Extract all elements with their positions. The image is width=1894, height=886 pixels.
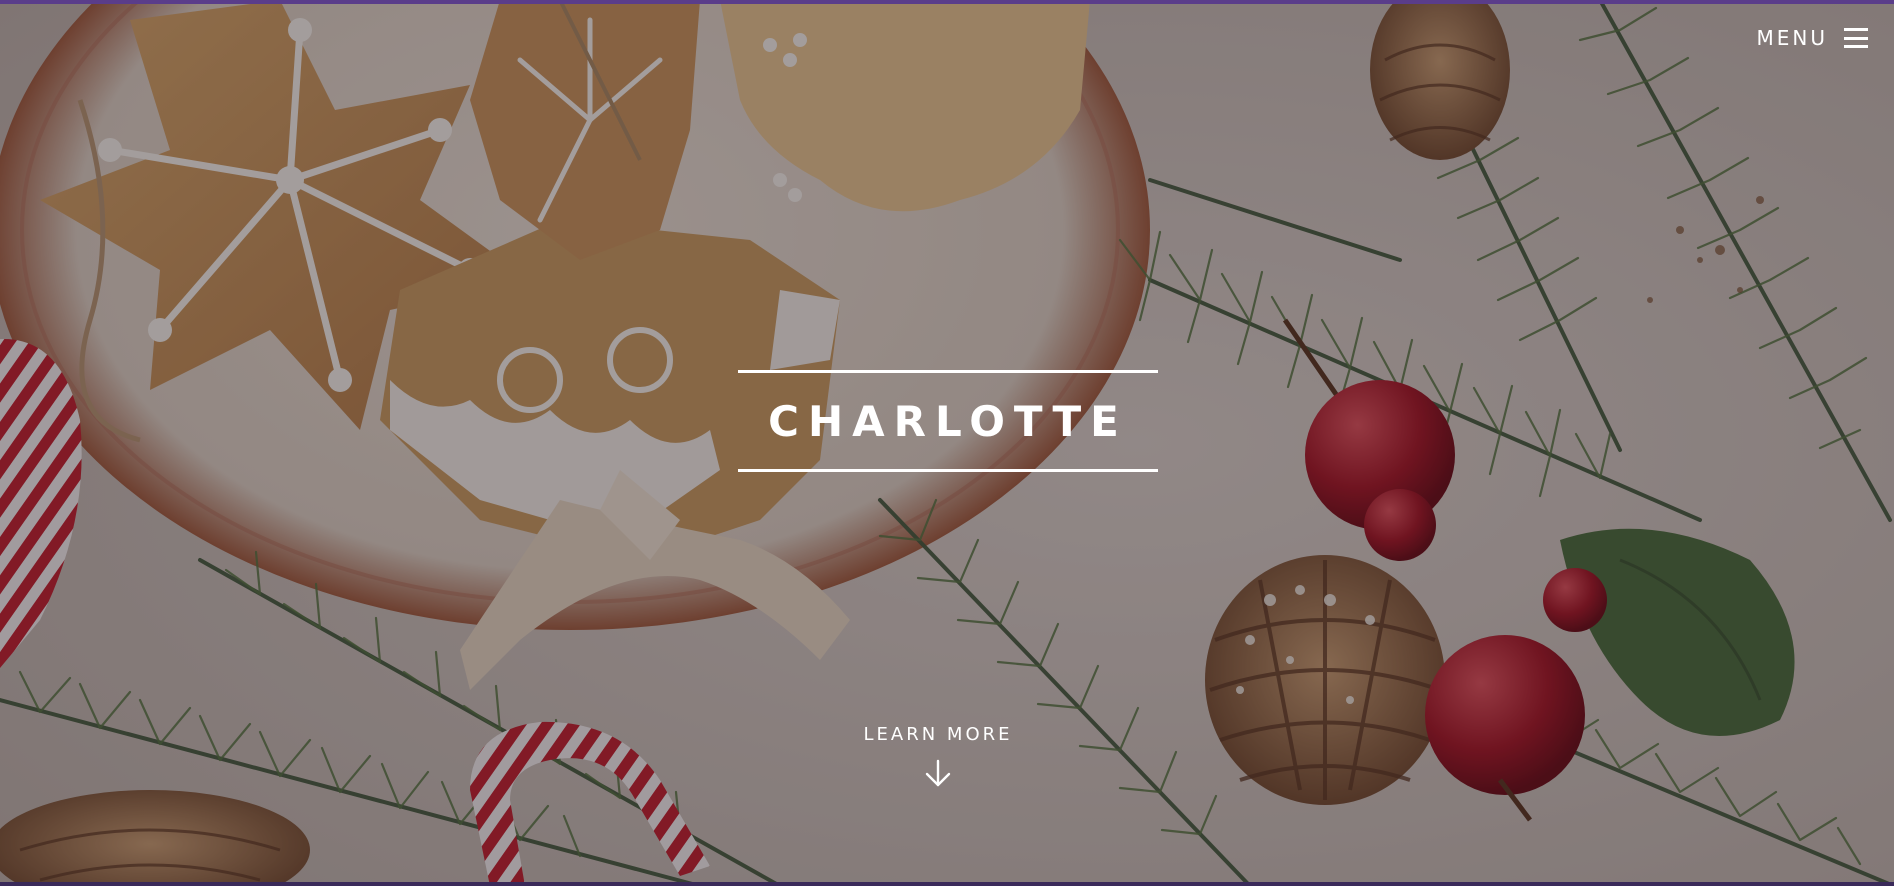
title-top-rule bbox=[738, 370, 1158, 373]
page-title: CHARLOTTE bbox=[768, 397, 1128, 446]
bottom-accent-border bbox=[0, 882, 1894, 886]
learn-more-link[interactable]: LEARN MORE bbox=[838, 724, 1038, 789]
hero-brand: CHARLOTTE bbox=[738, 370, 1158, 472]
arrow-down-icon[interactable] bbox=[922, 757, 954, 789]
hamburger-icon[interactable] bbox=[1844, 28, 1868, 48]
menu-label: MENU bbox=[1756, 26, 1828, 50]
menu-button[interactable]: MENU bbox=[1756, 26, 1868, 50]
learn-more-label: LEARN MORE bbox=[863, 724, 1013, 745]
top-accent-border bbox=[0, 0, 1894, 4]
title-bottom-rule bbox=[738, 469, 1158, 472]
